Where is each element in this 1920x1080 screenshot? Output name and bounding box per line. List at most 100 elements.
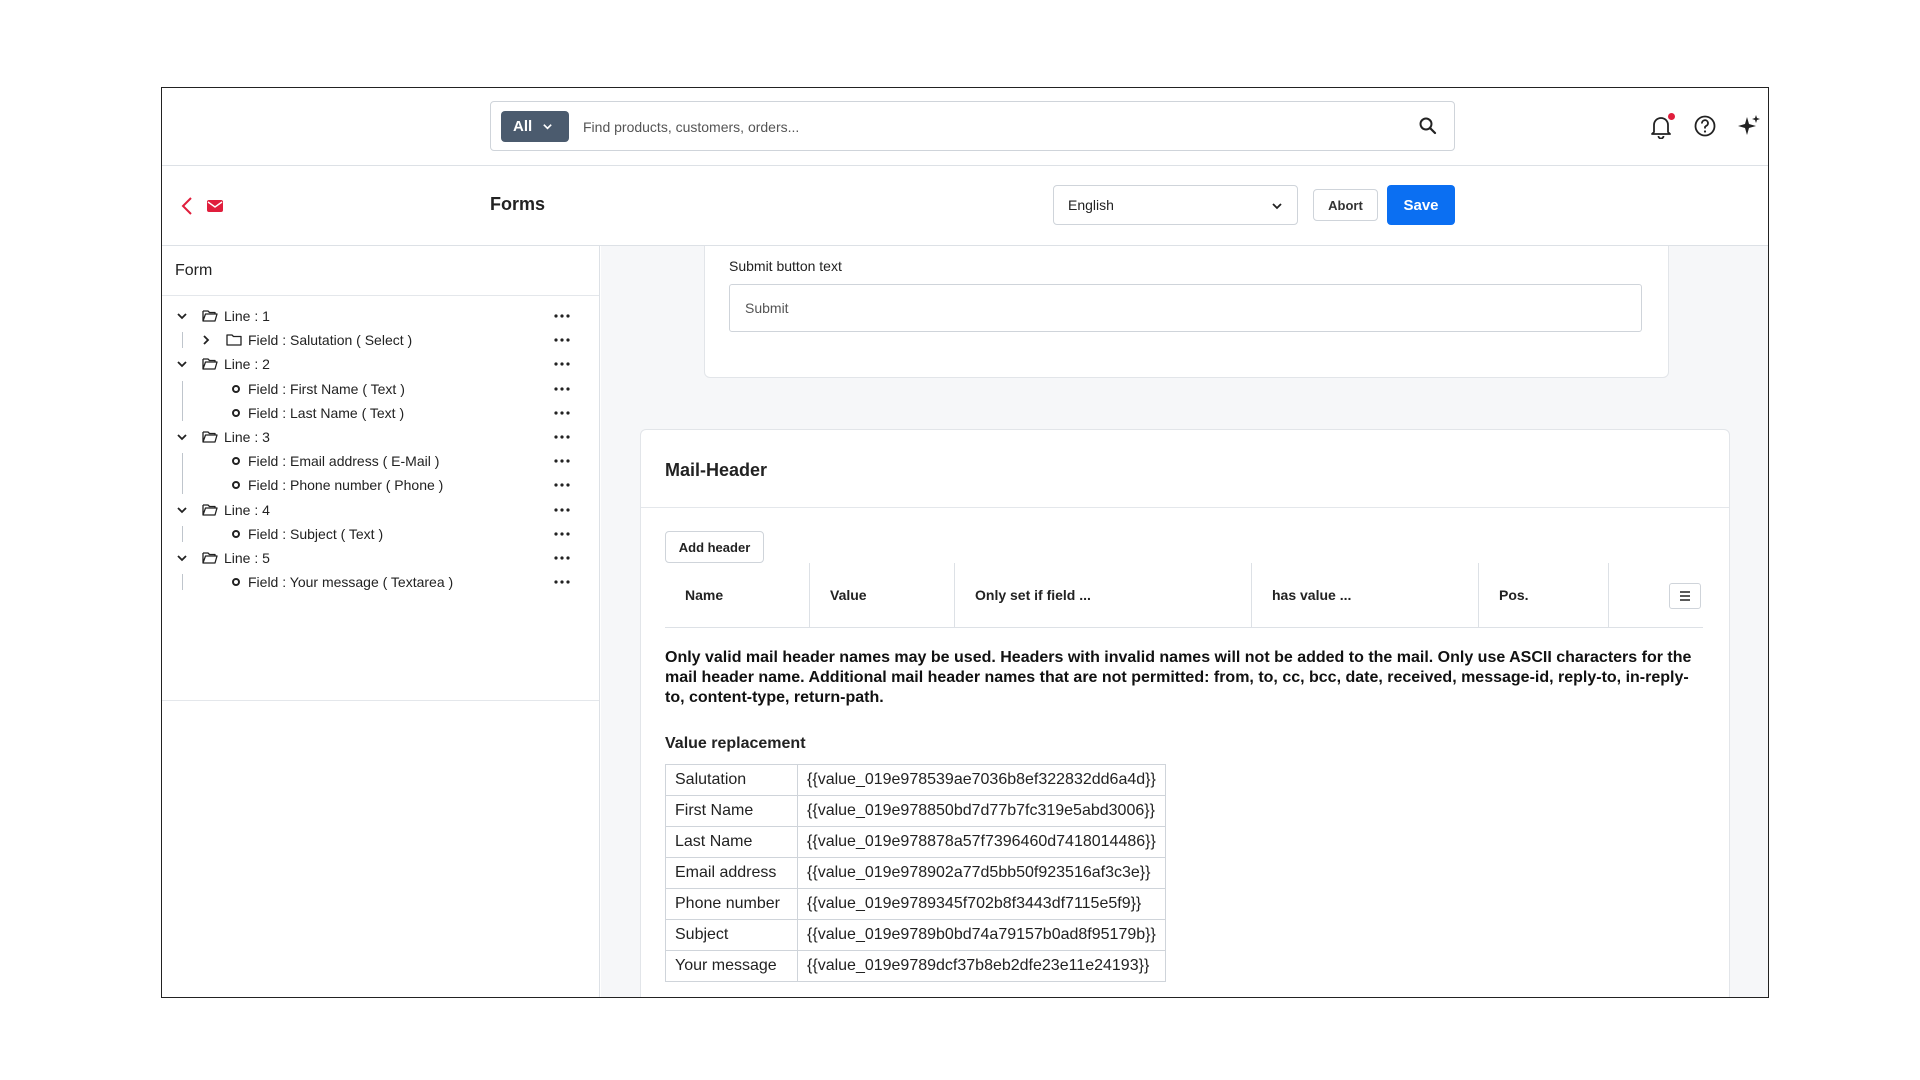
column-header-condition-value[interactable]: has value ... [1252,563,1479,627]
tree-item-label: Field : Subject ( Text ) [248,525,384,542]
search-scope-label: All [513,118,533,135]
column-header-position[interactable]: Pos. [1479,563,1609,627]
more-options-icon[interactable] [554,580,570,584]
replacement-field-name: Subject [665,919,798,951]
tree-field-item[interactable]: Field : Email address ( E-Mail ) [162,449,599,473]
tree-line-item[interactable]: Line : 3 [162,425,599,449]
table-row: First Name {{value_019e978850bd7d77b7fc31… [665,795,1166,827]
app-window: All Forms English Abort Save Form Line :… [161,87,1769,998]
replacement-field-name: Last Name [665,826,798,858]
folder-open-icon [202,552,218,564]
chevron-down-icon[interactable] [176,504,188,516]
folder-open-icon [202,503,218,516]
sparkle-icon[interactable] [1736,113,1762,139]
bullet-icon [232,481,240,490]
tree-field-item[interactable]: Field : Last Name ( Text ) [162,401,599,425]
replacement-placeholder: {{value_019e978850bd7d77b7fc319e5abd3006… [797,795,1166,827]
tree-item-label: Field : Email address ( E-Mail ) [248,453,440,470]
more-options-icon[interactable] [554,338,570,342]
table-row: Email address {{value_019e978902a77d5bb50… [665,857,1166,889]
search-icon[interactable] [1418,116,1438,136]
bullet-icon [232,384,240,393]
chevron-down-icon[interactable] [176,552,188,564]
more-options-icon[interactable] [554,556,570,560]
replacement-field-name: First Name [665,795,798,827]
column-header-condition-field[interactable]: Only set if field ... [955,563,1252,627]
mail-header-title: Mail-Header [665,460,768,480]
chevron-down-icon [543,124,552,130]
tree-line-item[interactable]: Line : 2 [162,352,599,376]
tree-line-item[interactable]: Line : 5 [162,546,599,570]
column-header-name[interactable]: Name [665,563,810,627]
mail-icon [207,200,223,212]
chevron-down-icon[interactable] [176,431,188,443]
more-options-icon[interactable] [554,314,570,318]
more-options-icon[interactable] [554,532,570,536]
column-menu-button[interactable] [1669,583,1701,609]
tree-line-item[interactable]: Line : 4 [162,498,599,522]
tree-guide-line [182,525,183,542]
more-options-icon[interactable] [554,362,570,366]
column-header-value[interactable]: Value [810,563,955,627]
tree-field-item[interactable]: Field : Your message ( Textarea ) [162,570,599,594]
search-scope-dropdown[interactable]: All [501,111,569,142]
menu-icon [1680,591,1690,601]
language-select-value: English [1068,197,1114,213]
replacement-placeholder: {{value_019e978878a57f7396460d7418014486… [797,826,1166,858]
replacement-placeholder: {{value_019e978902a77d5bb50f923516af3c3e… [797,857,1166,889]
value-replacement-title: Value replacement [665,735,806,752]
folder-open-icon [202,431,218,443]
tree-item-label: Line : 1 [224,308,270,324]
tree-item-label: Field : Phone number ( Phone ) [248,477,444,494]
chevron-down-icon[interactable] [176,358,188,370]
language-select[interactable]: English [1053,185,1298,225]
submit-text-input[interactable] [729,284,1642,332]
table-row: Phone number {{value_019e9789345f702b8f34… [665,888,1166,920]
tree-guide-line [182,380,183,421]
save-button[interactable]: Save [1387,185,1455,225]
mail-header-notice: Only valid mail header names may be used… [665,649,1692,706]
replacement-placeholder: {{value_019e9789dcf37b8eb2dfe23e11e24193… [797,950,1166,982]
folder-open-icon [202,310,218,322]
replacement-field-name: Email address [665,857,798,889]
replacement-field-name: Salutation [665,764,798,796]
search-input[interactable] [583,111,1403,142]
replacement-placeholder: {{value_019e978539ae7036b8ef322832dd6a4d… [797,764,1166,796]
notification-dot [1668,113,1675,120]
add-header-button[interactable]: Add header [665,531,764,563]
more-options-icon[interactable] [554,411,570,415]
tree-guide-line [182,453,183,494]
top-bar: All [162,88,1768,166]
folder-icon [226,334,242,346]
tree-guide-line [182,332,183,349]
help-icon[interactable] [1692,113,1718,139]
more-options-icon[interactable] [554,459,570,463]
replacement-field-name: Your message [665,950,798,982]
back-chevron-icon[interactable] [178,195,196,217]
tree-line-item[interactable]: Line : 1 [162,304,599,328]
tree-field-item[interactable]: Field : Subject ( Text ) [162,522,599,546]
bullet-icon [232,529,240,538]
table-row: Salutation {{value_019e978539ae7036b8ef32… [665,764,1166,796]
more-options-icon[interactable] [554,483,570,487]
chevron-down-icon[interactable] [176,310,188,322]
abort-button[interactable]: Abort [1313,189,1378,221]
bullet-icon [232,578,240,587]
tree-field-item[interactable]: Field : First Name ( Text ) [162,377,599,401]
divider [641,507,1729,508]
tree-field-item[interactable]: Field : Salutation ( Select ) [162,328,599,352]
mail-header-card: Mail-Header Add header Name Value Only s… [640,429,1730,997]
submit-text-label: Submit button text [729,258,842,274]
folder-open-icon [202,358,218,371]
more-options-icon[interactable] [554,507,570,512]
tree-field-item[interactable]: Field : Phone number ( Phone ) [162,473,599,497]
form-tree-panel: Form Line : 1 Field : Salutation ( Select… [162,246,600,997]
more-options-icon[interactable] [554,435,570,439]
mail-header-table: Name Value Only set if field ... has val… [665,563,1703,628]
global-search: All [490,101,1455,151]
more-options-icon[interactable] [554,386,570,391]
replacement-placeholder: {{value_019e9789345f702b8f3443df7115e5f9… [797,888,1166,920]
chevron-right-icon[interactable] [200,334,212,346]
chevron-down-icon [1272,203,1282,210]
main-content: Submit button text Mail-Header Add heade… [601,246,1768,997]
